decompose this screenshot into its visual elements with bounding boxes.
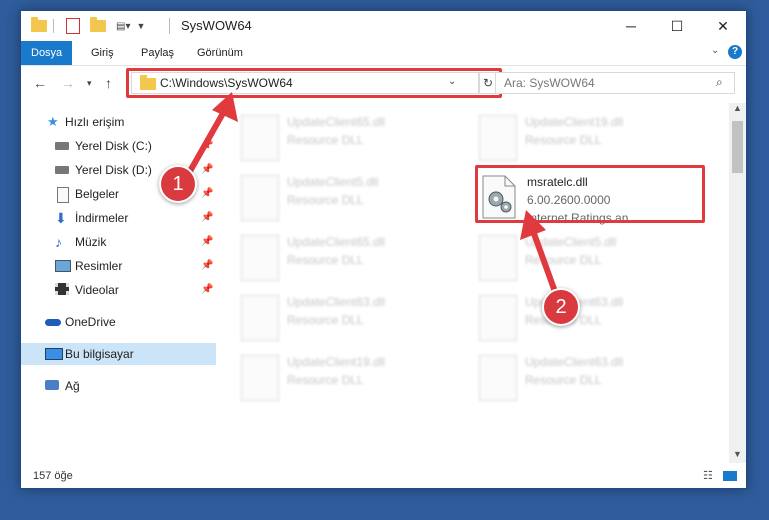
step-1-badge: 1 xyxy=(159,165,197,203)
step-2-badge: 2 xyxy=(542,288,580,326)
annotation-arrows xyxy=(182,92,561,303)
arrow-1-head xyxy=(212,92,238,122)
arrow-1 xyxy=(182,105,229,183)
